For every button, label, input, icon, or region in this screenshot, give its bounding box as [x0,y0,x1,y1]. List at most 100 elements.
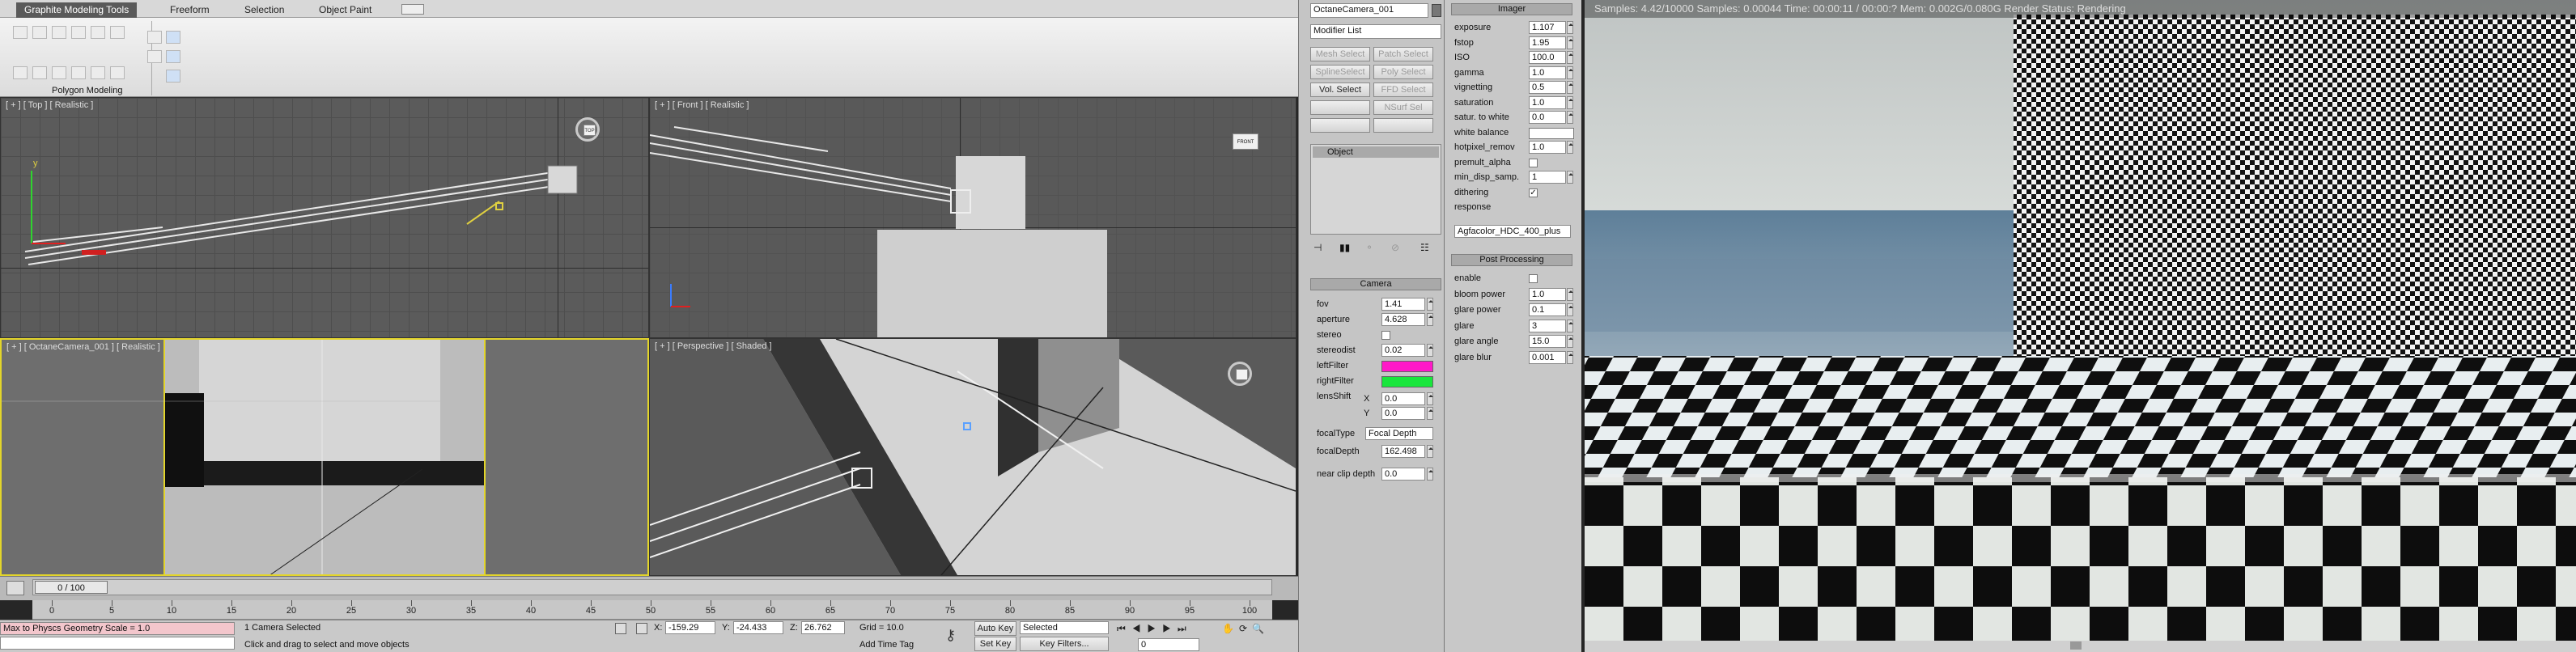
imager-param-field[interactable]: 1 [1529,171,1566,184]
ribbon-tool-icon[interactable] [91,66,105,79]
time-slider[interactable]: 0 / 100 [32,579,1272,595]
modifier-list-dropdown[interactable]: Modifier List [1310,24,1441,39]
spinner-icon[interactable] [1567,350,1573,364]
playback-controls[interactable]: ⏮◀▶▶⏭ [1117,623,1214,634]
camera-param-field[interactable]: 0.02 [1381,344,1425,357]
ribbon-tool-icon[interactable] [13,26,28,39]
spinner-icon[interactable] [1567,21,1573,34]
spinner-icon[interactable] [1427,407,1433,420]
spinner-icon[interactable] [1427,344,1433,357]
focal-depth-field[interactable]: 162.498 [1381,445,1425,458]
post-param-field[interactable]: 15.0 [1529,335,1566,348]
ribbon-tool-icon[interactable] [13,66,28,79]
x-coordinate-field[interactable]: -159.29 [665,621,715,634]
tab-graphite-modeling-tools[interactable]: Graphite Modeling Tools [16,2,138,18]
stack-item-object[interactable]: Object [1313,146,1439,158]
lock-icon[interactable] [615,623,626,634]
tab-selection[interactable]: Selection [236,2,292,18]
ribbon-tool-icon[interactable] [166,31,180,44]
spinner-icon[interactable] [1567,319,1573,332]
ribbon-tool-icon[interactable] [110,26,125,39]
nsurf-sel-button[interactable]: NSurf Sel [1373,100,1433,115]
viewport-front[interactable]: FRONT [ + ] [ Front ] [ Realistic ] [649,97,1296,338]
lensshift-x-field[interactable]: 0.0 [1381,392,1425,405]
viewport-navigation-icons[interactable]: ✋⟳🔍 [1222,623,1295,634]
modifier-stack[interactable]: Object [1310,144,1441,235]
object-color-swatch[interactable] [1432,4,1441,17]
camera-rollout-header[interactable]: Camera [1310,278,1441,290]
viewcube-front-icon[interactable]: FRONT [1233,133,1258,150]
remove-modifier-icon[interactable]: ⊘ [1391,242,1399,253]
empty-modifier-button[interactable] [1310,118,1370,133]
ribbon-tool-icon[interactable] [166,50,180,63]
post-param-field[interactable]: 1.0 [1529,287,1566,301]
ribbon-tool-icon[interactable] [32,66,47,79]
white-balance-swatch[interactable] [1529,127,1574,139]
near-clip-field[interactable]: 0.0 [1381,468,1425,481]
dithering-checkbox[interactable]: ✓ [1529,188,1538,197]
spinner-icon[interactable] [1567,141,1573,154]
spinner-icon[interactable] [1567,51,1573,64]
spinner-icon[interactable] [1427,392,1433,405]
ffd-select-button[interactable]: FFD Select [1373,83,1433,97]
spinner-icon[interactable] [1427,468,1433,481]
open-mini-curve-editor-icon[interactable] [6,581,24,595]
spinner-icon[interactable] [1567,287,1573,301]
viewport-perspective[interactable]: [ + ] [ Perspective ] [ Shaded ] [649,338,1296,576]
focal-type-dropdown[interactable]: Focal Depth [1365,427,1433,440]
camera-param-field[interactable]: 1.41 [1381,298,1425,311]
ribbon-options-dropdown[interactable] [401,4,424,15]
spinner-icon[interactable] [1427,445,1433,458]
left-filter-swatch[interactable] [1381,361,1433,372]
add-time-tag[interactable]: Add Time Tag [859,640,914,650]
spinner-icon[interactable] [1427,298,1433,311]
imager-param-field[interactable]: 1.0 [1529,66,1566,79]
polygon-modeling-label[interactable]: Polygon Modeling [52,86,122,95]
viewcube-top-icon[interactable]: TOP [575,117,600,142]
ribbon-tool-icon[interactable] [71,66,86,79]
spline-select-button[interactable]: SplineSelect [1310,65,1370,79]
imager-rollout-header[interactable]: Imager [1451,3,1572,15]
viewport-label-perspective[interactable]: [ + ] [ Perspective ] [ Shaded ] [655,341,772,351]
camera-param-field[interactable]: 4.628 [1381,313,1425,326]
spinner-icon[interactable] [1567,335,1573,348]
post-param-field[interactable]: 0.001 [1529,350,1566,364]
viewcube-perspective-icon[interactable] [1228,362,1252,386]
object-name-field[interactable]: OctaneCamera_001 [1310,3,1428,18]
ribbon-tool-icon[interactable] [71,26,86,39]
right-filter-swatch[interactable] [1381,376,1433,387]
ribbon-tool-icon[interactable] [147,50,162,63]
ribbon-tool-icon[interactable] [91,26,105,39]
post-param-field[interactable]: 3 [1529,319,1566,332]
spinner-icon[interactable] [1567,171,1573,184]
viewport-top[interactable]: y TOP [ + ] [ Top ] [ Realistic ] [0,97,649,338]
pin-stack-icon[interactable]: ⊣ [1313,242,1322,253]
ribbon-tool-icon[interactable] [166,70,180,83]
vol-select-button[interactable]: Vol. Select [1310,83,1370,97]
patch-select-button[interactable]: Patch Select [1373,47,1433,61]
show-end-result-icon[interactable]: ▮▮ [1339,242,1350,253]
key-icon[interactable]: ⚷ [945,625,965,645]
ribbon-tool-icon[interactable] [110,66,125,79]
spinner-icon[interactable] [1567,303,1573,316]
z-coordinate-field[interactable]: 26.762 [801,621,845,634]
tab-object-paint[interactable]: Object Paint [311,2,380,18]
imager-param-field[interactable]: 1.95 [1529,36,1566,49]
poly-select-button[interactable]: Poly Select [1373,65,1433,79]
empty-modifier-button[interactable] [1310,100,1370,115]
spinner-icon[interactable] [1567,81,1573,94]
auto-key-button[interactable]: Auto Key [974,621,1016,636]
make-unique-icon[interactable]: ⚬ [1365,242,1373,253]
set-key-button[interactable]: Set Key [974,637,1016,651]
post-processing-rollout-header[interactable]: Post Processing [1451,254,1572,266]
viewport-label-camera[interactable]: [ + ] [ OctaneCamera_001 ] [ Realistic ] [6,342,160,352]
viewport-label-front[interactable]: [ + ] [ Front ] [ Realistic ] [655,100,749,110]
mesh-select-button[interactable]: Mesh Select [1310,47,1370,61]
imager-param-field[interactable]: 1.0 [1529,95,1566,109]
imager-param-field[interactable]: 1.107 [1529,21,1566,34]
viewport-camera[interactable]: [ + ] [ OctaneCamera_001 ] [ Realistic ] [0,338,649,576]
stereo-checkbox[interactable] [1381,331,1390,340]
ribbon-tool-icon[interactable] [32,26,47,39]
empty-modifier-button[interactable] [1373,118,1433,133]
tab-freeform[interactable]: Freeform [162,2,218,18]
